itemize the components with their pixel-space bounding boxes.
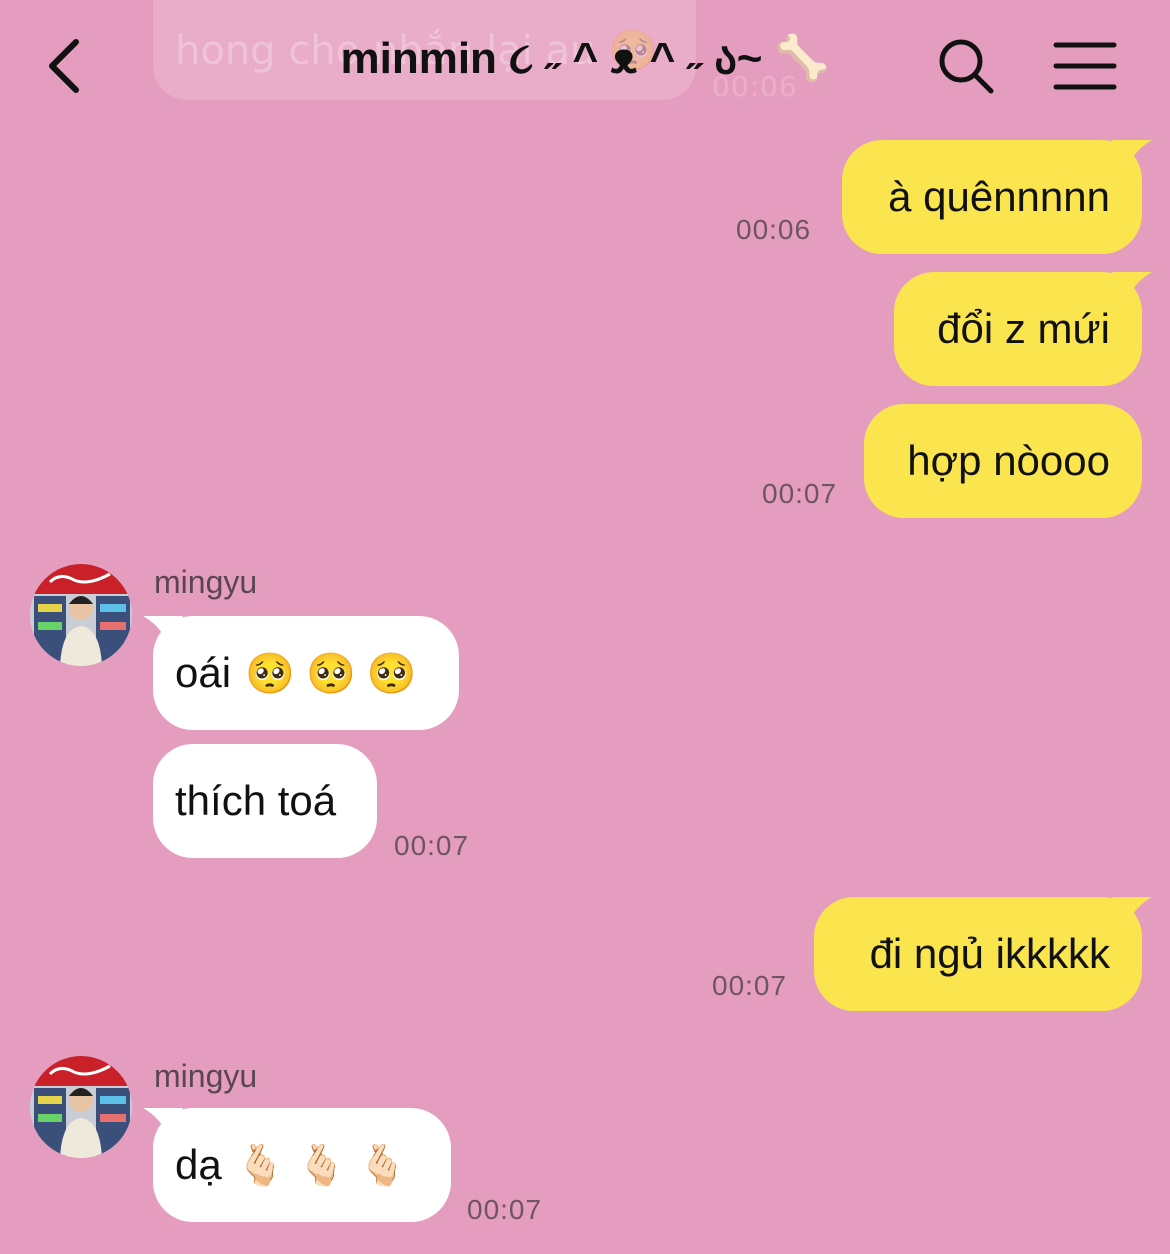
- message-time: 00:06: [736, 214, 812, 245]
- message-text: đi ngủ ikkkkk: [869, 930, 1110, 977]
- sender-name: mingyu: [154, 564, 258, 600]
- bubble-tail: [1112, 140, 1152, 170]
- back-button[interactable]: [40, 36, 90, 96]
- search-button[interactable]: [936, 36, 996, 96]
- message-time: 00:07: [467, 1194, 543, 1225]
- bubble-tail: [1112, 897, 1152, 927]
- avatar-photo-icon: [30, 564, 132, 666]
- menu-button[interactable]: [1052, 40, 1118, 92]
- outgoing-message-bubble[interactable]: đi ngủ ikkkkk: [814, 897, 1142, 1011]
- message-text: oái: [175, 649, 232, 696]
- message-time: 00:07: [394, 830, 470, 861]
- chat-title: minmin ૮ ˶ ^ ᴥ ^ ˶ ა~ 🦴: [340, 34, 830, 83]
- avatar[interactable]: [30, 564, 132, 666]
- message-text: dạ: [175, 1141, 222, 1188]
- message-text: thích toá: [175, 777, 337, 824]
- bubble-tail: [1112, 272, 1152, 302]
- avatar[interactable]: [30, 1056, 132, 1158]
- message-emoji: 🫰🏻 🫰🏻 🫰🏻: [235, 1143, 408, 1188]
- message-text: à quênnnnn: [888, 173, 1110, 220]
- hamburger-menu-icon: [1053, 42, 1117, 90]
- bubble-tail: [143, 1108, 183, 1138]
- incoming-message-bubble[interactable]: oái 🥺 🥺 🥺: [153, 616, 459, 730]
- search-icon: [939, 39, 994, 94]
- outgoing-message-bubble[interactable]: hợp nòooo: [864, 404, 1142, 518]
- outgoing-message-bubble[interactable]: đổi z mứi: [894, 272, 1142, 386]
- message-text: đổi z mứi: [937, 305, 1110, 352]
- sender-name: mingyu: [154, 1058, 258, 1094]
- message-text: hợp nòooo: [907, 437, 1110, 484]
- message-time: 00:07: [712, 970, 788, 1001]
- message-time: 00:07: [762, 478, 838, 509]
- avatar-photo-icon: [30, 1056, 132, 1158]
- chevron-left-icon: [49, 39, 79, 93]
- chat-header: minmin ૮ ˶ ^ ᴥ ^ ˶ ა~ 🦴: [0, 0, 1170, 130]
- outgoing-message-bubble[interactable]: à quênnnnn: [842, 140, 1142, 254]
- message-emoji: 🥺 🥺 🥺: [245, 651, 417, 696]
- incoming-message-bubble[interactable]: thích toá: [153, 744, 377, 858]
- bubble-tail: [143, 616, 183, 646]
- incoming-message-bubble[interactable]: dạ 🫰🏻 🫰🏻 🫰🏻: [153, 1108, 451, 1222]
